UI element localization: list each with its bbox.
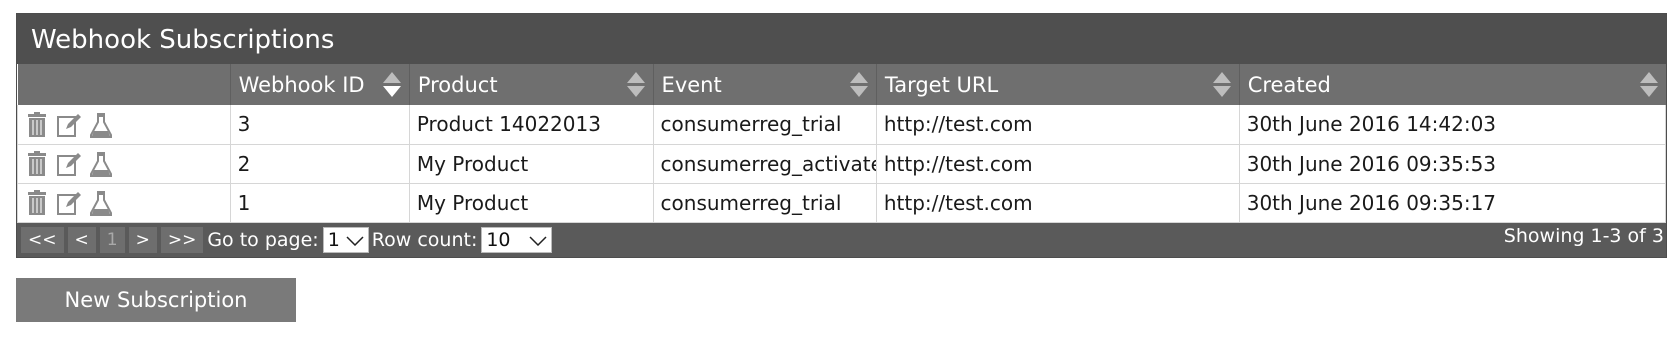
goto-page-value: 1 <box>327 228 340 251</box>
cell-target-url: http://test.com <box>875 143 1240 184</box>
col-header-product[interactable]: Product <box>409 64 654 105</box>
cell-target-url: http://test.com <box>875 182 1240 223</box>
chevron-down-icon <box>529 229 547 251</box>
cell-created: 30th June 2016 09:35:17 <box>1238 182 1667 223</box>
col-header-actions <box>17 64 231 105</box>
flask-icon[interactable] <box>89 151 113 177</box>
chevron-down-icon <box>346 229 364 251</box>
new-subscription-button[interactable]: New Subscription <box>16 278 296 322</box>
row-count-value: 10 <box>486 228 511 251</box>
goto-page-label: Go to page: <box>207 228 319 251</box>
sort-icon[interactable] <box>849 72 868 98</box>
edit-icon[interactable] <box>57 112 81 138</box>
cell-created: 30th June 2016 14:42:03 <box>1238 105 1667 145</box>
last-page-button[interactable]: >> <box>160 226 204 253</box>
flask-icon[interactable] <box>89 190 113 216</box>
trash-icon[interactable] <box>25 189 49 216</box>
cell-product: My Product <box>408 182 654 223</box>
table-row: 1 My Product consumerreg_trial http://te… <box>17 182 1667 223</box>
row-count-label: Row count: <box>371 228 478 251</box>
subscriptions-table: Webhook ID Product Event Target URL Crea… <box>17 64 1667 223</box>
sort-icon[interactable] <box>382 72 401 98</box>
goto-page-select[interactable]: 1 <box>322 226 369 253</box>
panel-title: Webhook Subscriptions <box>17 14 1666 64</box>
col-header-target-url[interactable]: Target URL <box>876 64 1240 105</box>
row-count-select[interactable]: 10 <box>481 226 552 253</box>
first-page-button[interactable]: << <box>21 226 64 253</box>
edit-icon[interactable] <box>57 151 81 177</box>
cell-event: consumerreg_trial <box>652 105 877 145</box>
showing-count: Showing 1-3 of 3 <box>1503 224 1664 247</box>
pagination-bar: << < 1 > >> Go to page: 1 Row count: 10 … <box>17 222 1666 257</box>
cell-webhook-id: 3 <box>229 105 410 145</box>
current-page-indicator: 1 <box>99 226 125 253</box>
sort-icon[interactable] <box>1639 72 1658 98</box>
row-actions <box>17 105 231 145</box>
row-actions <box>17 182 231 223</box>
cell-created: 30th June 2016 09:35:53 <box>1238 143 1667 184</box>
next-page-button[interactable]: > <box>128 226 157 253</box>
cell-webhook-id: 2 <box>229 143 410 184</box>
col-header-webhook-id[interactable]: Webhook ID <box>230 64 410 105</box>
sort-icon[interactable] <box>1212 72 1231 98</box>
flask-icon[interactable] <box>89 112 113 138</box>
cell-event: consumerreg_trial <box>652 182 877 223</box>
cell-product: My Product <box>408 143 654 184</box>
table-row: 2 My Product consumerreg_activated http:… <box>17 143 1667 184</box>
col-header-created[interactable]: Created <box>1239 64 1666 105</box>
cell-webhook-id: 1 <box>229 182 410 223</box>
trash-icon[interactable] <box>25 111 49 138</box>
cell-product: Product 14022013 <box>408 105 654 145</box>
cell-event: consumerreg_activated <box>652 143 877 184</box>
trash-icon[interactable] <box>25 150 49 177</box>
prev-page-button[interactable]: < <box>67 226 96 253</box>
col-header-event[interactable]: Event <box>653 64 877 105</box>
webhook-subscriptions-panel: Webhook Subscriptions Webhook ID Product <box>16 13 1667 258</box>
edit-icon[interactable] <box>57 190 81 216</box>
row-actions <box>17 143 231 184</box>
table-row: 3 Product 14022013 consumerreg_trial htt… <box>17 105 1667 145</box>
cell-target-url: http://test.com <box>875 105 1240 145</box>
table-header-row: Webhook ID Product Event Target URL Crea… <box>17 64 1666 105</box>
sort-icon[interactable] <box>626 72 645 98</box>
